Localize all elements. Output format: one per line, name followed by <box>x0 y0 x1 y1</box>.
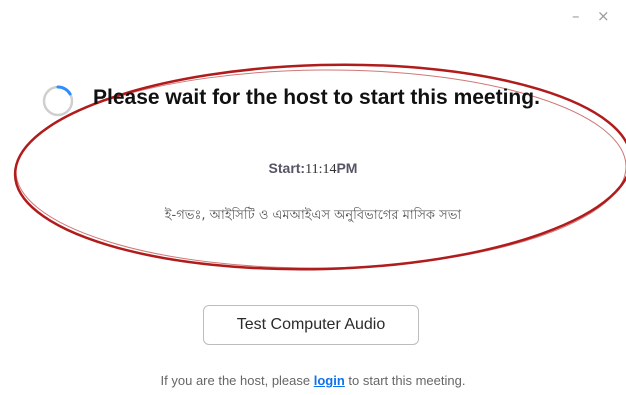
host-prompt-suffix: to start this meeting. <box>344 373 466 388</box>
start-time-line: Start:11:14PM <box>0 160 626 178</box>
waiting-title: Please wait for the host to start this m… <box>93 86 540 109</box>
minimize-button[interactable]: – <box>572 6 580 26</box>
meeting-topic: ই-গভঃ, আইসিটি ও এমআইএস অনুবিভাগের মাসিক … <box>164 208 462 223</box>
start-label: Start: <box>268 160 306 176</box>
test-computer-audio-button[interactable]: Test Computer Audio <box>203 305 419 345</box>
loading-spinner-icon <box>41 84 75 118</box>
host-prompt-prefix: If you are the host, please <box>160 373 314 388</box>
login-link[interactable]: login <box>314 373 345 388</box>
start-time-ampm: PM <box>336 160 358 176</box>
host-login-prompt: If you are the host, please login to sta… <box>0 373 626 388</box>
close-button[interactable]: × <box>597 6 610 26</box>
start-time-number: 11:14 <box>305 162 337 177</box>
